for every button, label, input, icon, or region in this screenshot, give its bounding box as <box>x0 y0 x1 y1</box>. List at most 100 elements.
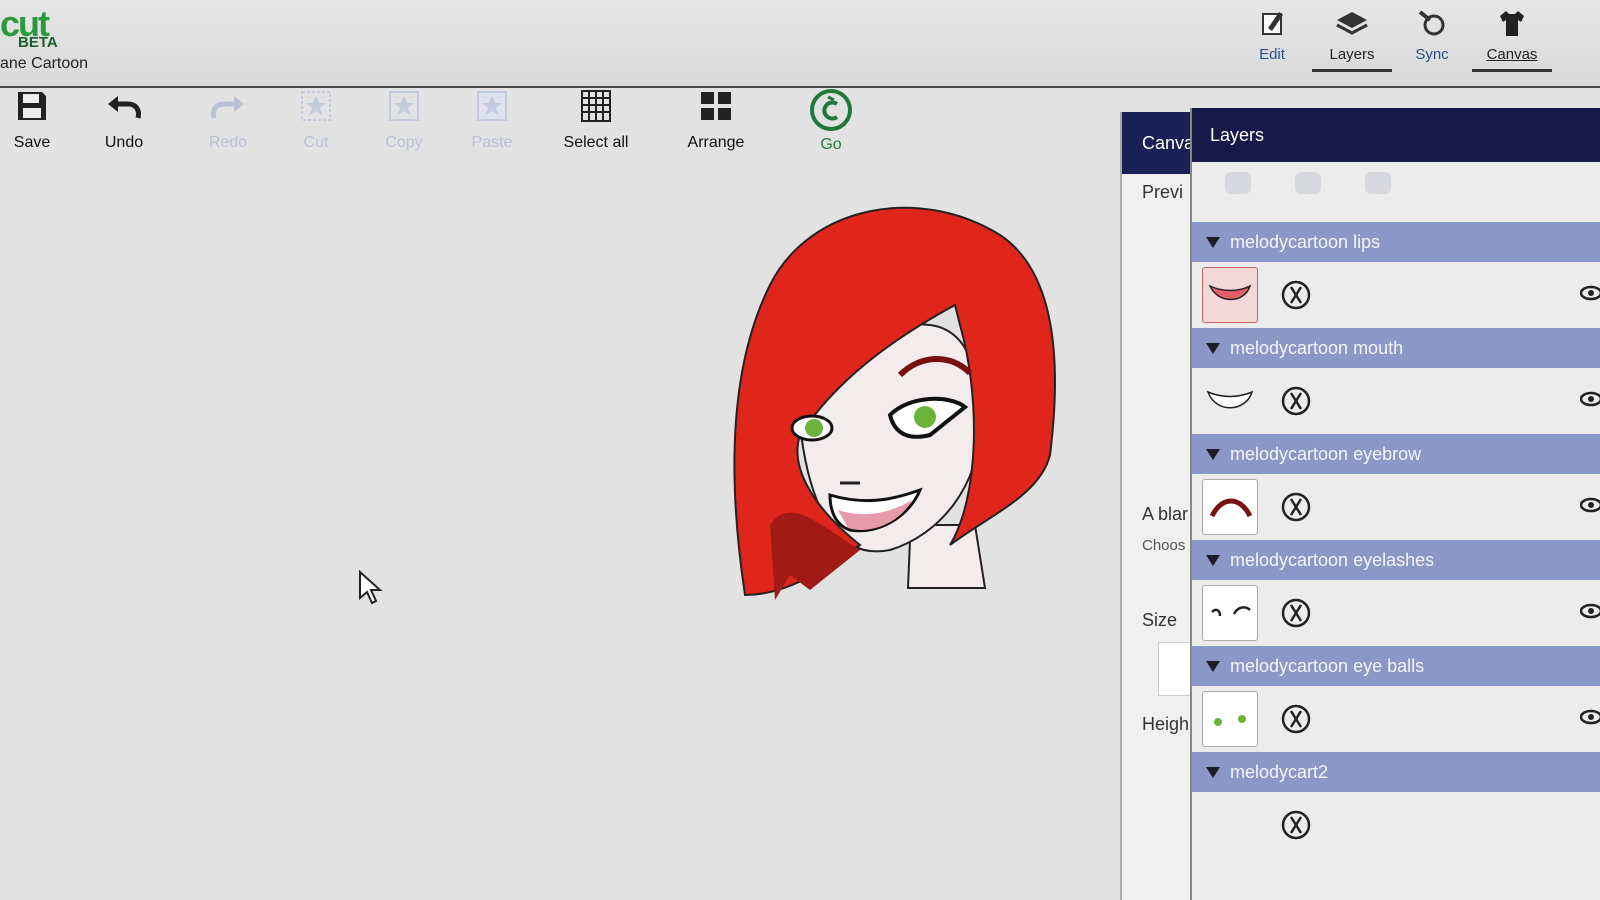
layer-group-name: melodycartoon eyelashes <box>1230 550 1435 570</box>
collapse-triangle-icon[interactable] <box>1206 236 1220 248</box>
logo-beta-badge: BETA <box>18 34 58 51</box>
project-name: ane Cartoon <box>0 55 89 72</box>
layers-panel-title: Layers <box>1192 108 1600 162</box>
layer-group-name: melodycartoon lips <box>1230 232 1381 252</box>
cut-path-icon[interactable] <box>1280 597 1312 629</box>
layer-thumbnail[interactable] <box>1202 797 1258 853</box>
copy-button[interactable]: Copy <box>360 88 448 158</box>
layer-thumbnail[interactable] <box>1202 585 1258 641</box>
layer-group-mouth[interactable]: melodycartoon mouth <box>1192 328 1600 368</box>
shirt-icon <box>1500 11 1524 36</box>
redo-icon <box>211 96 244 119</box>
redo-button[interactable]: Redo <box>184 88 272 158</box>
app-logo[interactable]: cut BETA <box>0 6 58 52</box>
go-button[interactable]: Go <box>776 88 886 158</box>
select-all-label: Select all <box>563 134 629 151</box>
paste-button[interactable]: Paste <box>448 88 536 158</box>
layer-row[interactable] <box>1192 262 1600 328</box>
layer-group-melodycart2[interactable]: melodycart2 <box>1192 752 1600 792</box>
collapse-triangle-icon[interactable] <box>1206 448 1220 460</box>
collapse-triangle-icon[interactable] <box>1206 660 1220 672</box>
go-label: Go <box>820 136 842 153</box>
layer-thumbnail[interactable] <box>1202 267 1258 323</box>
main-toolbar: Save Undo Redo Cut Copy Paste Select all… <box>0 88 886 158</box>
lips-thumbnail-icon <box>1208 284 1252 301</box>
layer-group-name: melodycartoon mouth <box>1230 338 1404 358</box>
nav-edit-label: Edit <box>1259 46 1285 63</box>
arrange-button[interactable]: Arrange <box>656 88 776 158</box>
nav-canvas-label: Canvas <box>1486 46 1538 63</box>
undo-icon <box>108 96 141 119</box>
copy-star-icon <box>389 91 419 121</box>
layer-group-name: melodycart2 <box>1230 762 1329 782</box>
collapse-triangle-icon[interactable] <box>1206 554 1220 566</box>
cut-button[interactable]: Cut <box>272 88 360 158</box>
top-nav: Edit Layers Sync Canvas <box>1232 8 1552 72</box>
collapse-triangle-icon[interactable] <box>1206 766 1220 778</box>
layer-group-lips[interactable]: melodycartoon lips <box>1192 222 1600 262</box>
cut-label: Cut <box>303 134 329 151</box>
layer-row[interactable] <box>1192 686 1600 752</box>
app-header: cut BETA ane Cartoon Edit Layers Sync Ca… <box>0 0 1600 88</box>
layer-group-name: melodycartoon eye balls <box>1230 656 1425 676</box>
layer-row[interactable] <box>1192 368 1600 434</box>
save-button[interactable]: Save <box>0 88 64 158</box>
nav-sync-label: Sync <box>1415 46 1449 63</box>
go-icon <box>810 89 852 131</box>
select-all-button[interactable]: Select all <box>536 88 656 158</box>
cut-path-icon[interactable] <box>1280 491 1312 523</box>
layer-thumbnail[interactable] <box>1202 691 1258 747</box>
pencil-icon <box>1262 12 1283 35</box>
layer-row[interactable] <box>1192 792 1600 858</box>
cut-path-icon[interactable] <box>1280 385 1312 417</box>
redo-label: Redo <box>208 134 248 151</box>
layer-thumbnail[interactable] <box>1202 479 1258 535</box>
mouse-cursor-icon <box>359 570 383 605</box>
layer-group-eye-balls[interactable]: melodycartoon eye balls <box>1192 646 1600 686</box>
mouth-thumbnail-icon <box>1206 390 1254 409</box>
cut-path-icon[interactable] <box>1280 279 1312 311</box>
undo-label: Undo <box>104 134 144 151</box>
grid-icon <box>581 90 611 122</box>
save-label: Save <box>13 134 51 151</box>
nav-canvas[interactable]: Canvas <box>1472 8 1552 72</box>
cartoon-face-artwork[interactable] <box>730 195 1070 625</box>
layer-tool-1[interactable] <box>1216 172 1260 212</box>
visibility-eye-icon[interactable] <box>1580 284 1600 302</box>
paste-star-icon <box>477 91 507 121</box>
undo-button[interactable]: Undo <box>64 88 184 158</box>
eyelashes-thumbnail-icon <box>1211 606 1251 617</box>
visibility-eye-icon[interactable] <box>1580 602 1600 620</box>
cut-path-icon[interactable] <box>1280 809 1312 841</box>
paste-label: Paste <box>471 134 513 151</box>
cut-star-icon <box>301 91 331 121</box>
collapse-triangle-icon[interactable] <box>1206 342 1220 354</box>
cut-path-icon[interactable] <box>1280 703 1312 735</box>
layer-thumbnail[interactable] <box>1202 373 1258 429</box>
eyebrow-thumbnail-icon <box>1209 498 1252 518</box>
artwork-left-iris <box>805 419 823 437</box>
layers-panel: Layers melodycartoon lips melodycartoon … <box>1190 108 1600 900</box>
visibility-eye-icon[interactable] <box>1580 708 1600 726</box>
layer-group-name: melodycartoon eyebrow <box>1230 444 1422 464</box>
save-icon <box>18 92 46 120</box>
eye-balls-thumbnail-icon <box>1214 715 1246 726</box>
nav-edit[interactable]: Edit <box>1232 8 1312 72</box>
nav-sync[interactable]: Sync <box>1392 8 1472 72</box>
layer-row[interactable] <box>1192 580 1600 646</box>
layers-icon <box>1336 12 1368 35</box>
layer-group-eyebrow[interactable]: melodycartoon eyebrow <box>1192 434 1600 474</box>
nav-layers[interactable]: Layers <box>1312 8 1392 72</box>
copy-label: Copy <box>385 134 423 151</box>
sync-icon <box>1418 10 1445 36</box>
arrange-icon <box>701 92 731 120</box>
artwork-right-iris <box>914 406 936 428</box>
layer-tool-3[interactable] <box>1356 172 1400 212</box>
visibility-eye-icon[interactable] <box>1580 496 1600 514</box>
visibility-eye-icon[interactable] <box>1580 390 1600 408</box>
layer-tool-2[interactable] <box>1286 172 1330 212</box>
layer-group-eyelashes[interactable]: melodycartoon eyelashes <box>1192 540 1600 580</box>
layers-toolbar <box>1192 162 1600 222</box>
arrange-label: Arrange <box>687 134 745 151</box>
layer-row[interactable] <box>1192 474 1600 540</box>
